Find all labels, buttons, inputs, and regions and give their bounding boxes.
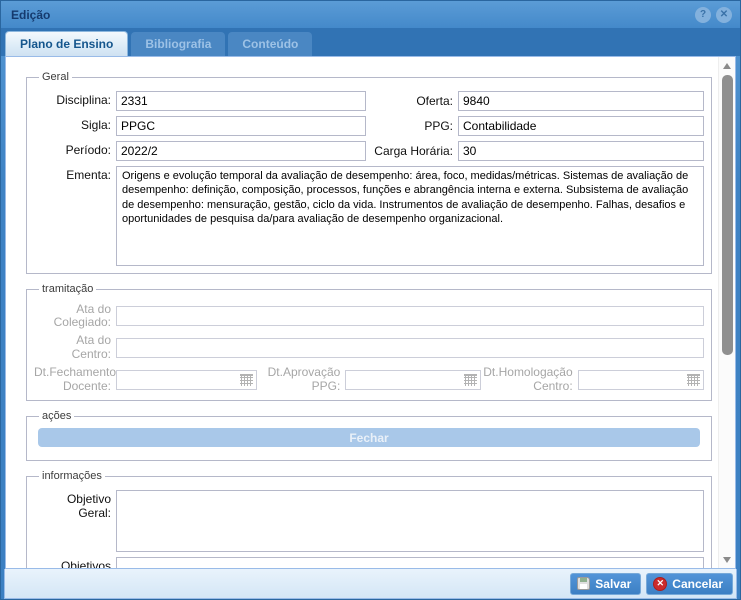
dt-fechamento-label: Dt.Fechamento Docente: [34, 366, 116, 394]
dialog-title: Edição [11, 8, 690, 22]
help-icon[interactable]: ? [695, 7, 711, 23]
tab-bibliografia: Bibliografia [131, 32, 225, 56]
cancel-x-icon: ✕ [653, 577, 667, 591]
row-periodo-carga: Período: Carga Horária: [34, 141, 704, 161]
calendar-icon [687, 374, 700, 386]
arrow-up-icon [723, 63, 731, 69]
fechar-button: Fechar [38, 428, 700, 447]
fieldset-informacoes: informações Objetivo Geral: Objetivos [26, 470, 712, 568]
save-floppy-icon [577, 577, 590, 590]
disciplina-label: Disciplina: [34, 94, 116, 107]
salvar-button[interactable]: Salvar [570, 573, 641, 595]
scrollbar-thumb[interactable] [722, 75, 733, 355]
arrow-down-icon [723, 557, 731, 563]
ementa-field[interactable]: Origens e evolução temporal da avaliação… [116, 166, 704, 266]
dialog-footer: Salvar ✕ Cancelar [4, 569, 737, 599]
row-ementa: Ementa: Origens e evolução temporal da a… [34, 166, 704, 266]
cancelar-button-label: Cancelar [672, 577, 723, 591]
dt-aprovacao-label: Dt.Aprovação PPG: [257, 366, 345, 394]
row-ata-colegiado: Ata do Colegiado: [34, 303, 704, 329]
sigla-label: Sigla: [34, 119, 116, 132]
ata-centro-label: Ata do Centro: [34, 334, 116, 360]
row-sigla-ppg: Sigla: PPG: [34, 116, 704, 136]
dt-aprovacao-datefield [345, 370, 480, 390]
ata-colegiado-field [116, 306, 704, 326]
carga-horaria-field[interactable] [458, 141, 704, 161]
tab-plano-de-ensino[interactable]: Plano de Ensino [5, 31, 128, 56]
dt-aprovacao-field [345, 370, 480, 390]
fieldset-tramitacao: tramitação Ata do Colegiado: Ata do Cent… [26, 283, 712, 401]
calendar-icon [240, 374, 253, 386]
dt-homologacao-datefield [578, 370, 704, 390]
ementa-label: Ementa: [34, 166, 116, 182]
tab-bar: Plano de Ensino Bibliografia Conteúdo [1, 28, 740, 56]
row-disciplina-oferta: Disciplina: Oferta: [34, 91, 704, 111]
scrollbar-track[interactable] [719, 74, 736, 551]
dt-homologacao-label: Dt.Homologação Centro: [481, 366, 578, 394]
tab-conteudo: Conteúdo [228, 32, 312, 56]
vertical-scrollbar [718, 57, 735, 568]
ppg-field[interactable] [458, 116, 704, 136]
fieldset-tramitacao-legend: tramitação [39, 283, 96, 295]
row-datas: Dt.Fechamento Docente: Dt.Aprovação PPG: [34, 366, 704, 394]
ata-colegiado-label: Ata do Colegiado: [34, 303, 116, 329]
edit-dialog: Edição ? ✕ Plano de Ensino Bibliografia … [0, 0, 741, 600]
carga-horaria-label: Carga Horária: [366, 144, 458, 158]
fieldset-geral: Geral Disciplina: Oferta: Sigla: PPG: Pe… [26, 71, 712, 274]
row-objetivos: Objetivos [34, 557, 704, 568]
fieldset-acoes-legend: ações [39, 410, 74, 422]
dt-homologacao-field [578, 370, 704, 390]
scroll-down-button[interactable] [719, 551, 736, 568]
plano-form: Geral Disciplina: Oferta: Sigla: PPG: Pe… [6, 57, 718, 568]
dialog-titlebar: Edição ? ✕ [1, 1, 740, 28]
sigla-field[interactable] [116, 116, 366, 136]
salvar-button-label: Salvar [595, 577, 631, 591]
dialog-body: Geral Disciplina: Oferta: Sigla: PPG: Pe… [5, 56, 736, 569]
dt-fechamento-datefield [116, 370, 257, 390]
ata-centro-field [116, 338, 704, 358]
scroll-up-button[interactable] [719, 57, 736, 74]
oferta-field[interactable] [458, 91, 704, 111]
cancelar-button[interactable]: ✕ Cancelar [646, 573, 733, 595]
close-icon[interactable]: ✕ [716, 7, 732, 23]
dt-fechamento-group: Dt.Fechamento Docente: [34, 366, 257, 394]
disciplina-field[interactable] [116, 91, 366, 111]
objetivos-label: Objetivos [34, 557, 116, 568]
dt-aprovacao-group: Dt.Aprovação PPG: [257, 366, 480, 394]
row-ata-centro: Ata do Centro: [34, 334, 704, 360]
fieldset-acoes: ações Fechar [26, 410, 712, 461]
objetivo-geral-field[interactable] [116, 490, 704, 552]
objetivo-geral-label: Objetivo Geral: [34, 490, 116, 519]
fieldset-geral-legend: Geral [39, 71, 72, 83]
periodo-label: Período: [34, 144, 116, 157]
dt-homologacao-group: Dt.Homologação Centro: [481, 366, 704, 394]
fieldset-informacoes-legend: informações [39, 470, 105, 482]
calendar-icon [464, 374, 477, 386]
ppg-label: PPG: [366, 119, 458, 133]
row-objetivo-geral: Objetivo Geral: [34, 490, 704, 552]
oferta-label: Oferta: [366, 94, 458, 108]
objetivos-field[interactable] [116, 557, 704, 568]
dt-fechamento-field [116, 370, 257, 390]
periodo-field[interactable] [116, 141, 366, 161]
